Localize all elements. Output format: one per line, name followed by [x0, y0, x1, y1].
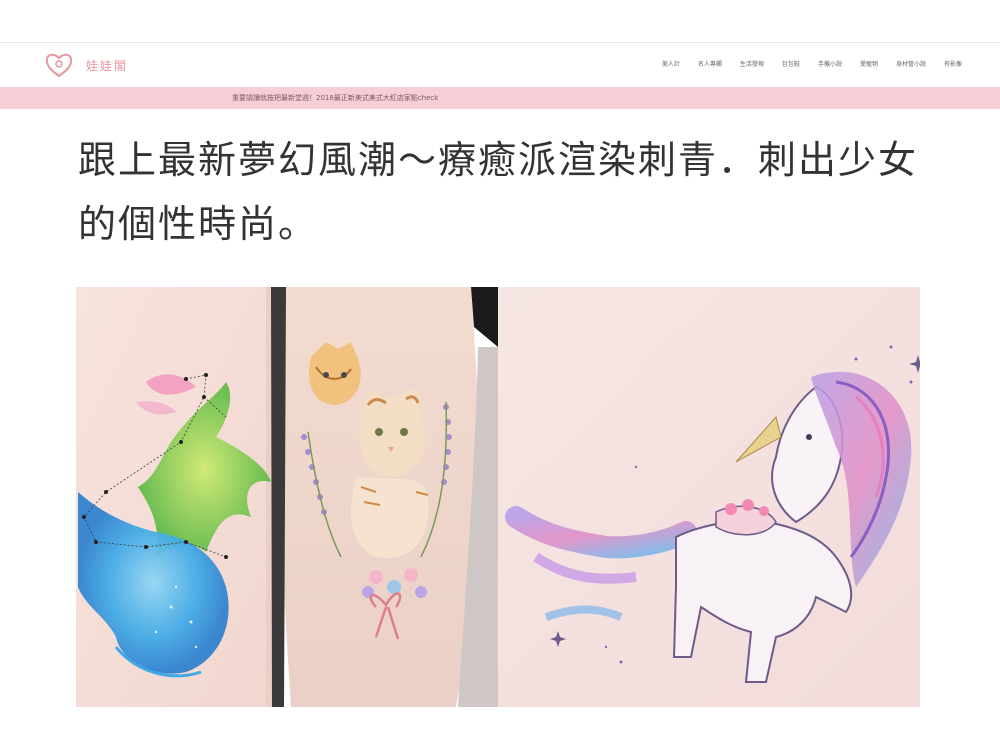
nav-item[interactable]: 身材管小說: [896, 59, 926, 68]
nav-item[interactable]: 美人計: [662, 59, 680, 68]
nav-item[interactable]: 生活發現: [740, 59, 764, 68]
nav-item[interactable]: 包包鞋: [782, 59, 800, 68]
main-nav: 美人計 名人專欄 生活發現 包包鞋 手機小說 愛寵物 身材管小說 有影像: [662, 59, 962, 68]
constellation-wolf-tattoo: [76, 287, 274, 707]
nav-item[interactable]: 愛寵物: [860, 59, 878, 68]
hero-image: [76, 287, 920, 707]
cats-lavender-tattoo: [271, 287, 498, 707]
nav-item[interactable]: 有影像: [944, 59, 962, 68]
nav-item[interactable]: 手機小說: [818, 59, 842, 68]
site-logo-text[interactable]: 娃娃閣: [86, 57, 128, 74]
heart-logo-icon[interactable]: [44, 51, 74, 79]
site-header: 娃娃閣 美人計 名人專欄 生活發現 包包鞋 手機小說 愛寵物 身材管小說 有影像: [0, 43, 1000, 87]
announcement-bar[interactable]: 重要請讀就按把最新堂週！2018最正新美式美式大紅店家點check: [0, 87, 1000, 109]
announcement-text[interactable]: 重要請讀就按把最新堂週！2018最正新美式美式大紅店家點check: [232, 93, 438, 103]
article-title: 跟上最新夢幻風潮～療癒派渲染刺青．刺出少女的個性時尚。: [78, 138, 919, 246]
nav-item[interactable]: 名人專欄: [698, 59, 722, 68]
unicorn-tattoo: [498, 287, 920, 707]
